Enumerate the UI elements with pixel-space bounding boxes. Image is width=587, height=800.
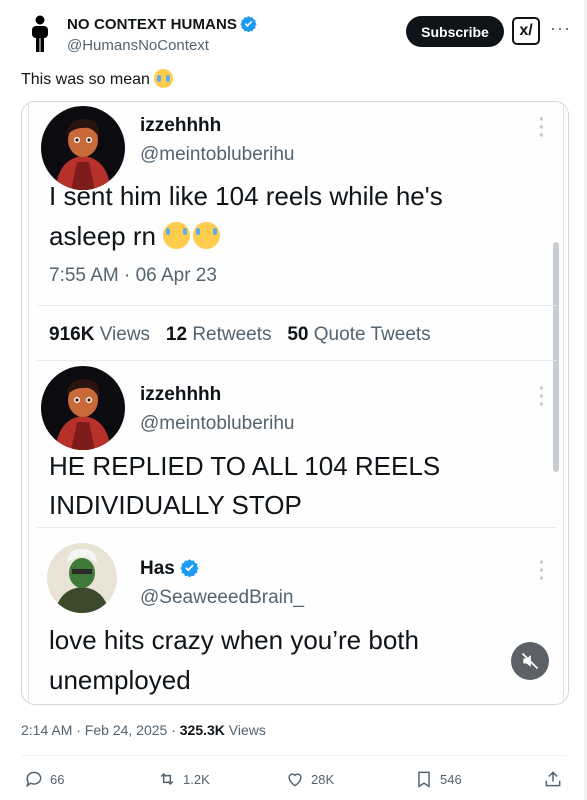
more-icon[interactable]: ··· [550, 18, 571, 39]
reply-button[interactable]: 66 [24, 768, 64, 790]
quotes-count: 50 [287, 324, 309, 345]
tweet-text: This was so mean [21, 69, 174, 89]
divider [21, 755, 566, 756]
grok-icon[interactable]: x/ [512, 17, 540, 45]
post-views-count: 325.3K [179, 722, 225, 738]
quotes-label: Quote Tweets [313, 324, 431, 345]
subscribe-button[interactable]: Subscribe [406, 16, 504, 47]
retweets-count: 12 [165, 324, 188, 345]
embedded-tweet-line: INDIVIDUALLY STOP [49, 490, 302, 520]
embedded-timestamp: 7:55 AM · 06 Apr 23 [49, 265, 217, 286]
embedded-handle: @SeaweeedBrain_ [140, 587, 305, 608]
embedded-tweet-line: I sent him like 104 reels while he's [49, 181, 443, 211]
post-timestamp[interactable]: 2:14 AM · Feb 24, 2025 · [21, 722, 180, 738]
embedded-tweet-line: love hits crazy when you’re both [49, 625, 419, 655]
more-icon: · · · [538, 552, 546, 590]
repost-icon [160, 772, 174, 786]
author-handle[interactable]: @HumansNoContext [67, 37, 209, 54]
avatar [41, 366, 125, 450]
more-icon: · · · [538, 378, 546, 416]
reply-icon [26, 771, 42, 788]
embedded-tweet-line: asleep rn [49, 218, 221, 255]
mute-glyph-icon [521, 652, 539, 670]
embedded-stats: 916K Views 12 Retweets 50 Quote Tweets [49, 324, 431, 346]
like-count: 28K [311, 771, 335, 787]
verified-badge-icon [180, 559, 199, 577]
author-name-text[interactable]: NO CONTEXT HUMANS [67, 16, 237, 33]
share-button[interactable] [543, 768, 569, 790]
avatar [47, 543, 117, 613]
embedded-tweet-line-text: asleep rn [49, 221, 156, 251]
tweet-text-content: This was so mean [21, 71, 150, 88]
embedded-screenshot: izzehhhh @meintobluberihu · · · I sent him… [28, 102, 564, 702]
person-icon[interactable] [26, 14, 54, 54]
mute-icon[interactable] [511, 642, 549, 680]
post-views-label: Views [224, 722, 266, 738]
like-icon [288, 773, 302, 787]
more-icon: · · · [538, 109, 546, 147]
bookmark-icon [418, 771, 430, 788]
embedded-tweet-line: unemployed [49, 665, 191, 695]
views-label: Views [99, 324, 151, 345]
scrollbar[interactable] [553, 242, 559, 472]
verified-badge-icon [240, 16, 257, 32]
crying-emoji-icon [163, 222, 191, 249]
bookmark-button[interactable]: 546 [414, 768, 462, 790]
embedded-username-text: Has [140, 558, 175, 579]
repost-button[interactable]: 1.2K [157, 768, 210, 790]
divider [37, 360, 557, 361]
divider [37, 305, 557, 306]
embedded-username: Has [140, 558, 199, 580]
like-button[interactable]: 28K [285, 768, 334, 790]
share-icon [545, 771, 561, 787]
post-meta: 2:14 AM · Feb 24, 2025 · 325.3K Views [21, 722, 266, 738]
repost-count: 1.2K [183, 771, 210, 787]
divider [37, 527, 557, 528]
embedded-handle: @meintobluberihu [140, 413, 295, 434]
embedded-image[interactable]: izzehhhh @meintobluberihu · · · I sent him… [21, 101, 569, 705]
views-count: 916K [49, 324, 95, 345]
crying-emoji-icon [193, 222, 221, 249]
crying-emoji-icon [154, 69, 174, 88]
bookmark-count: 546 [440, 771, 462, 787]
embedded-username: izzehhhh [140, 115, 222, 136]
retweets-label: Retweets [192, 324, 272, 345]
embedded-handle: @meintobluberihu [140, 144, 295, 165]
embedded-tweet-line: HE REPLIED TO ALL 104 REELS [49, 451, 441, 481]
author-name[interactable]: NO CONTEXT HUMANS [67, 15, 257, 33]
embedded-username: izzehhhh [140, 384, 222, 405]
reply-count: 66 [50, 771, 65, 787]
